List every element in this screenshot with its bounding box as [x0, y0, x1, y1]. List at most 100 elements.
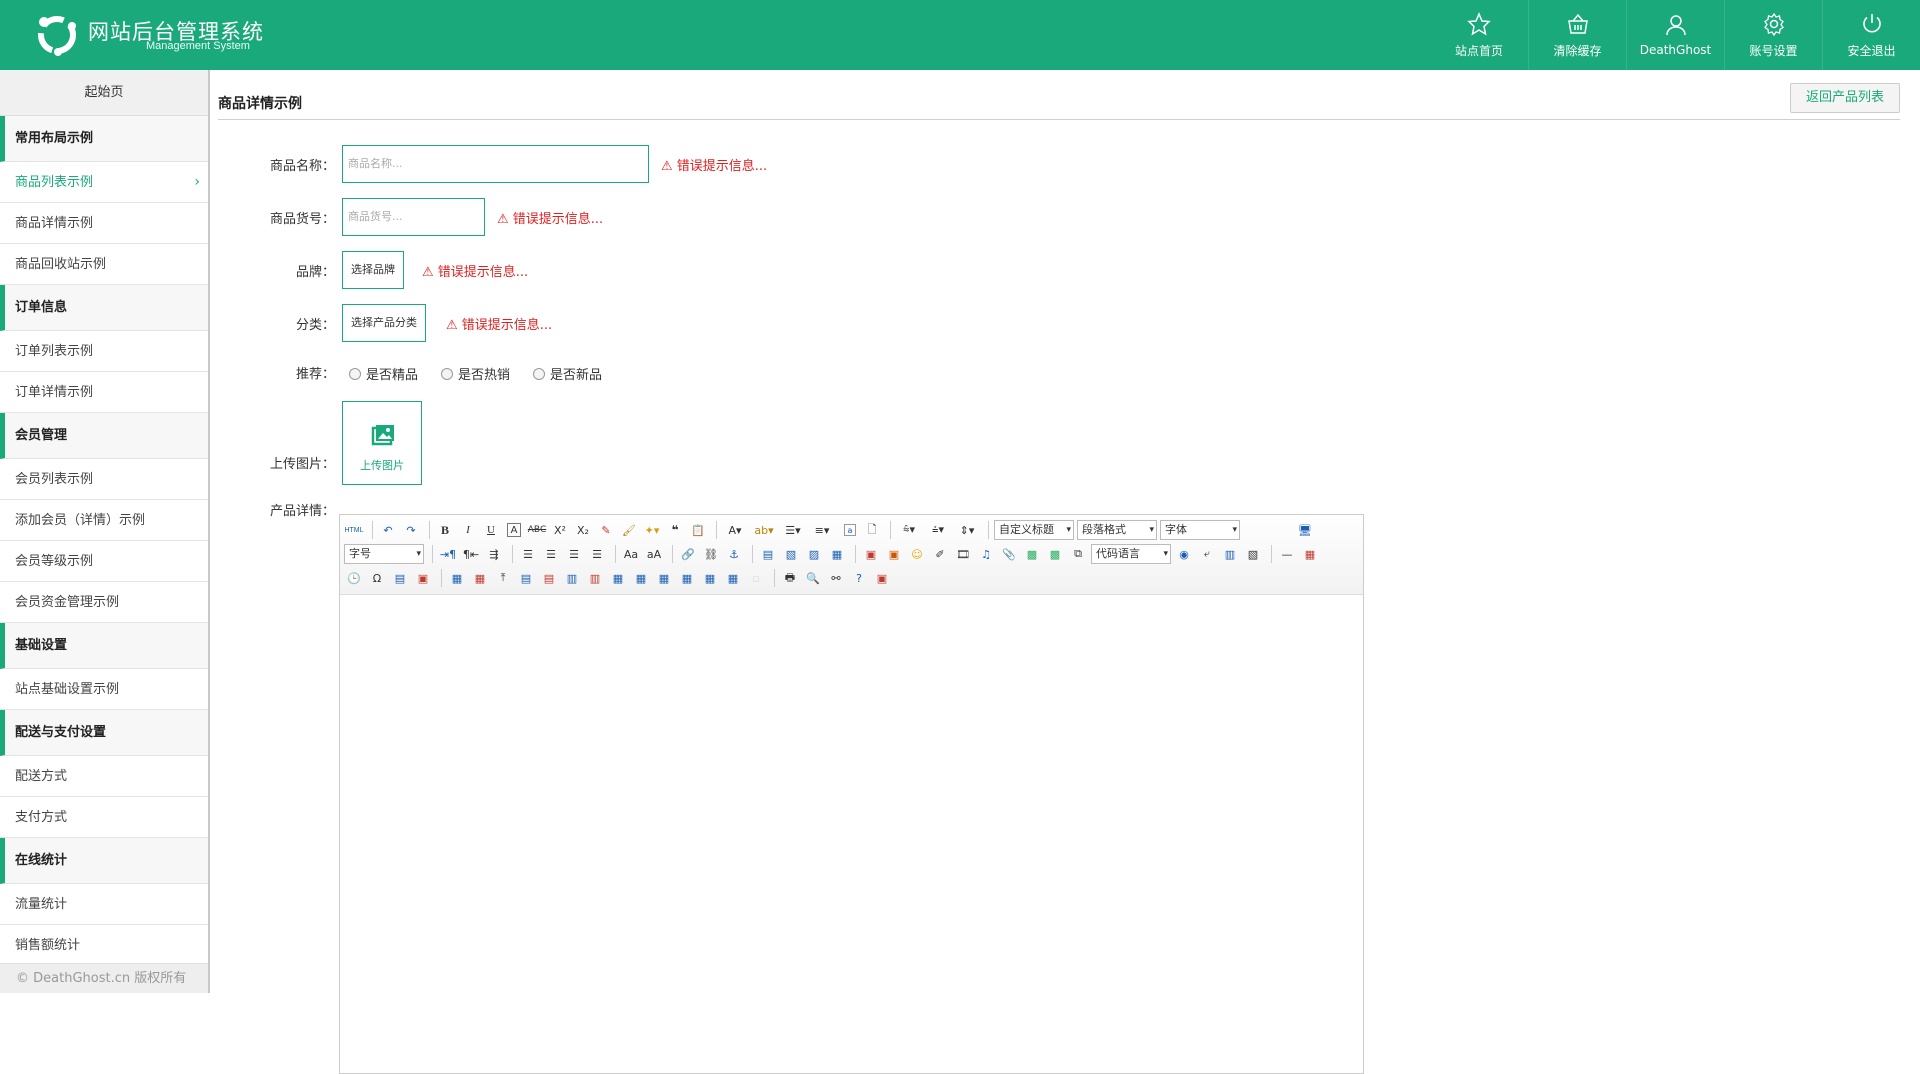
font-color-icon[interactable]: A▾ [722, 520, 748, 540]
nav-user[interactable]: DeathGhost [1626, 0, 1724, 70]
print-icon[interactable]: 🖶 [780, 568, 800, 588]
map-icon[interactable]: ▩ [1022, 544, 1042, 564]
insert-paragraph-before-table-icon[interactable]: ⤒ [493, 568, 513, 588]
word-image-icon[interactable]: ▤ [390, 568, 410, 588]
sidebar-item-payment[interactable]: 支付方式 [0, 797, 208, 838]
redo-icon[interactable]: ↷ [401, 520, 421, 540]
horizontal-rule-icon[interactable]: — [1277, 544, 1297, 564]
attachment-icon[interactable]: 📎 [999, 544, 1019, 564]
sidebar-item-member-list[interactable]: 会员列表示例 [0, 459, 208, 500]
special-chars-icon[interactable]: Ω [367, 568, 387, 588]
subscript-icon[interactable]: X₂ [573, 520, 593, 540]
radio-new[interactable]: 是否新品 [533, 364, 602, 383]
ordered-list-icon[interactable]: ☰▾ [780, 520, 806, 540]
insert-row-icon[interactable]: ▤ [516, 568, 536, 588]
chart-icon[interactable]: ▫ [746, 568, 766, 588]
highlight-icon[interactable]: ab▾ [751, 520, 777, 540]
sidebar-item-sales[interactable]: 销售额统计 [0, 925, 208, 966]
background-icon[interactable]: ▧ [1243, 544, 1263, 564]
time-icon[interactable]: 🕒 [344, 568, 364, 588]
sidebar-item-order-detail[interactable]: 订单详情示例 [0, 372, 208, 413]
search-replace-icon[interactable]: ⚯ [826, 568, 846, 588]
radio-hot[interactable]: 是否热销 [441, 364, 510, 383]
scrawl-icon[interactable]: ✐ [930, 544, 950, 564]
editor-content-area[interactable] [340, 596, 1363, 1073]
iframe-icon[interactable]: ⧉ [1068, 544, 1088, 564]
preview-icon[interactable]: 🔍 [803, 568, 823, 588]
sidebar-item-member-funds[interactable]: 会员资金管理示例 [0, 582, 208, 623]
product-name-input[interactable]: 商品名称... [342, 145, 649, 183]
product-sku-input[interactable]: 商品货号... [342, 198, 485, 236]
nav-account-settings[interactable]: 账号设置 [1724, 0, 1822, 70]
nav-logout[interactable]: 安全退出 [1822, 0, 1920, 70]
row-spacing-bottom-icon[interactable]: ⩮▾ [925, 520, 951, 540]
gmap-icon[interactable]: ▩ [1045, 544, 1065, 564]
undo-icon[interactable]: ↶ [378, 520, 398, 540]
select-brand-button[interactable]: 选择品牌 [342, 251, 404, 289]
link-icon[interactable]: 🔗 [678, 544, 698, 564]
auto-format-icon[interactable]: ✦▾ [642, 520, 662, 540]
drafts-icon[interactable]: ▣ [872, 568, 892, 588]
html-source-button[interactable]: HTML [344, 520, 364, 540]
insert-video-icon[interactable]: 🎞 [953, 544, 973, 564]
merge-down-icon[interactable]: ▦ [654, 568, 674, 588]
date-icon[interactable]: ▦ [1300, 544, 1320, 564]
sidebar-group-members[interactable]: 会员管理 [0, 413, 208, 459]
image-right-icon[interactable]: ▨ [804, 544, 824, 564]
delete-col-icon[interactable]: ▥ [585, 568, 605, 588]
merge-right-icon[interactable]: ▦ [631, 568, 651, 588]
ltr-direction-icon[interactable]: ⇥¶ [438, 544, 458, 564]
unlink-icon[interactable]: ⛓ [701, 544, 721, 564]
sidebar-item-order-list[interactable]: 订单列表示例 [0, 331, 208, 372]
sidebar-item-product-detail[interactable]: 商品详情示例 [0, 203, 208, 244]
superscript-icon[interactable]: X² [550, 520, 570, 540]
select-category-button[interactable]: 选择产品分类 [342, 304, 426, 342]
fullscreen-icon[interactable]: 🖥 [1295, 520, 1315, 540]
uppercase-icon[interactable]: Aa [621, 544, 641, 564]
radio-featured[interactable]: 是否精品 [349, 364, 418, 383]
format-brush-icon[interactable]: 🖌 [619, 520, 639, 540]
unordered-list-icon[interactable]: ≡▾ [809, 520, 835, 540]
bold-icon[interactable]: B [435, 520, 455, 540]
image-left-icon[interactable]: ▧ [781, 544, 801, 564]
sidebar-item-shipping[interactable]: 配送方式 [0, 756, 208, 797]
sidebar-group-layout[interactable]: 常用布局示例 [0, 116, 208, 162]
rtl-direction-icon[interactable]: ¶⇤ [461, 544, 481, 564]
insert-image-icon[interactable]: ▣ [861, 544, 881, 564]
anchor-icon[interactable]: ⚓ [724, 544, 744, 564]
eraser-icon[interactable]: ✎ [596, 520, 616, 540]
clear-doc-icon[interactable]: 🗋 [862, 520, 882, 540]
delete-row-icon[interactable]: ▤ [539, 568, 559, 588]
merge-cells-icon[interactable]: ▦ [608, 568, 628, 588]
sidebar-item-traffic[interactable]: 流量统计 [0, 884, 208, 925]
align-justify-icon[interactable]: ☰ [587, 544, 607, 564]
line-height-icon[interactable]: ⇕▾ [954, 520, 980, 540]
sidebar-group-shipping[interactable]: 配送与支付设置 [0, 710, 208, 756]
sidebar-item-site-settings[interactable]: 站点基础设置示例 [0, 669, 208, 710]
align-center-icon[interactable]: ☰ [541, 544, 561, 564]
help-icon[interactable]: ? [849, 568, 869, 588]
lowercase-icon[interactable]: aA [644, 544, 664, 564]
select-all-icon[interactable]: a [844, 524, 856, 536]
image-none-icon[interactable]: ▤ [758, 544, 778, 564]
sidebar-home[interactable]: 起始页 [0, 70, 208, 116]
custom-heading-select[interactable]: 自定义标题 [994, 520, 1074, 540]
row-spacing-top-icon[interactable]: ⩯▾ [896, 520, 922, 540]
split-cells-icon[interactable]: ▦ [677, 568, 697, 588]
nav-clear-cache[interactable]: 清除缓存 [1528, 0, 1626, 70]
music-icon[interactable]: ♫ [976, 544, 996, 564]
split-cols-icon[interactable]: ▦ [723, 568, 743, 588]
split-rows-icon[interactable]: ▦ [700, 568, 720, 588]
insert-col-icon[interactable]: ▥ [562, 568, 582, 588]
insert-table-icon[interactable]: ▦ [447, 568, 467, 588]
sidebar-item-product-list[interactable]: 商品列表示例 › [0, 162, 208, 203]
template-icon[interactable]: ▥ [1220, 544, 1240, 564]
multi-image-icon[interactable]: ▣ [884, 544, 904, 564]
nav-site-home[interactable]: 站点首页 [1430, 0, 1528, 70]
font-family-select[interactable]: 字体 [1160, 520, 1240, 540]
paste-plain-icon[interactable]: 📋 [688, 520, 708, 540]
blockquote-icon[interactable]: ❝ [665, 520, 685, 540]
page-break-icon[interactable]: ⤶ [1197, 544, 1217, 564]
emotion-icon[interactable]: ☺ [907, 544, 927, 564]
web-page-icon[interactable]: ◉ [1174, 544, 1194, 564]
